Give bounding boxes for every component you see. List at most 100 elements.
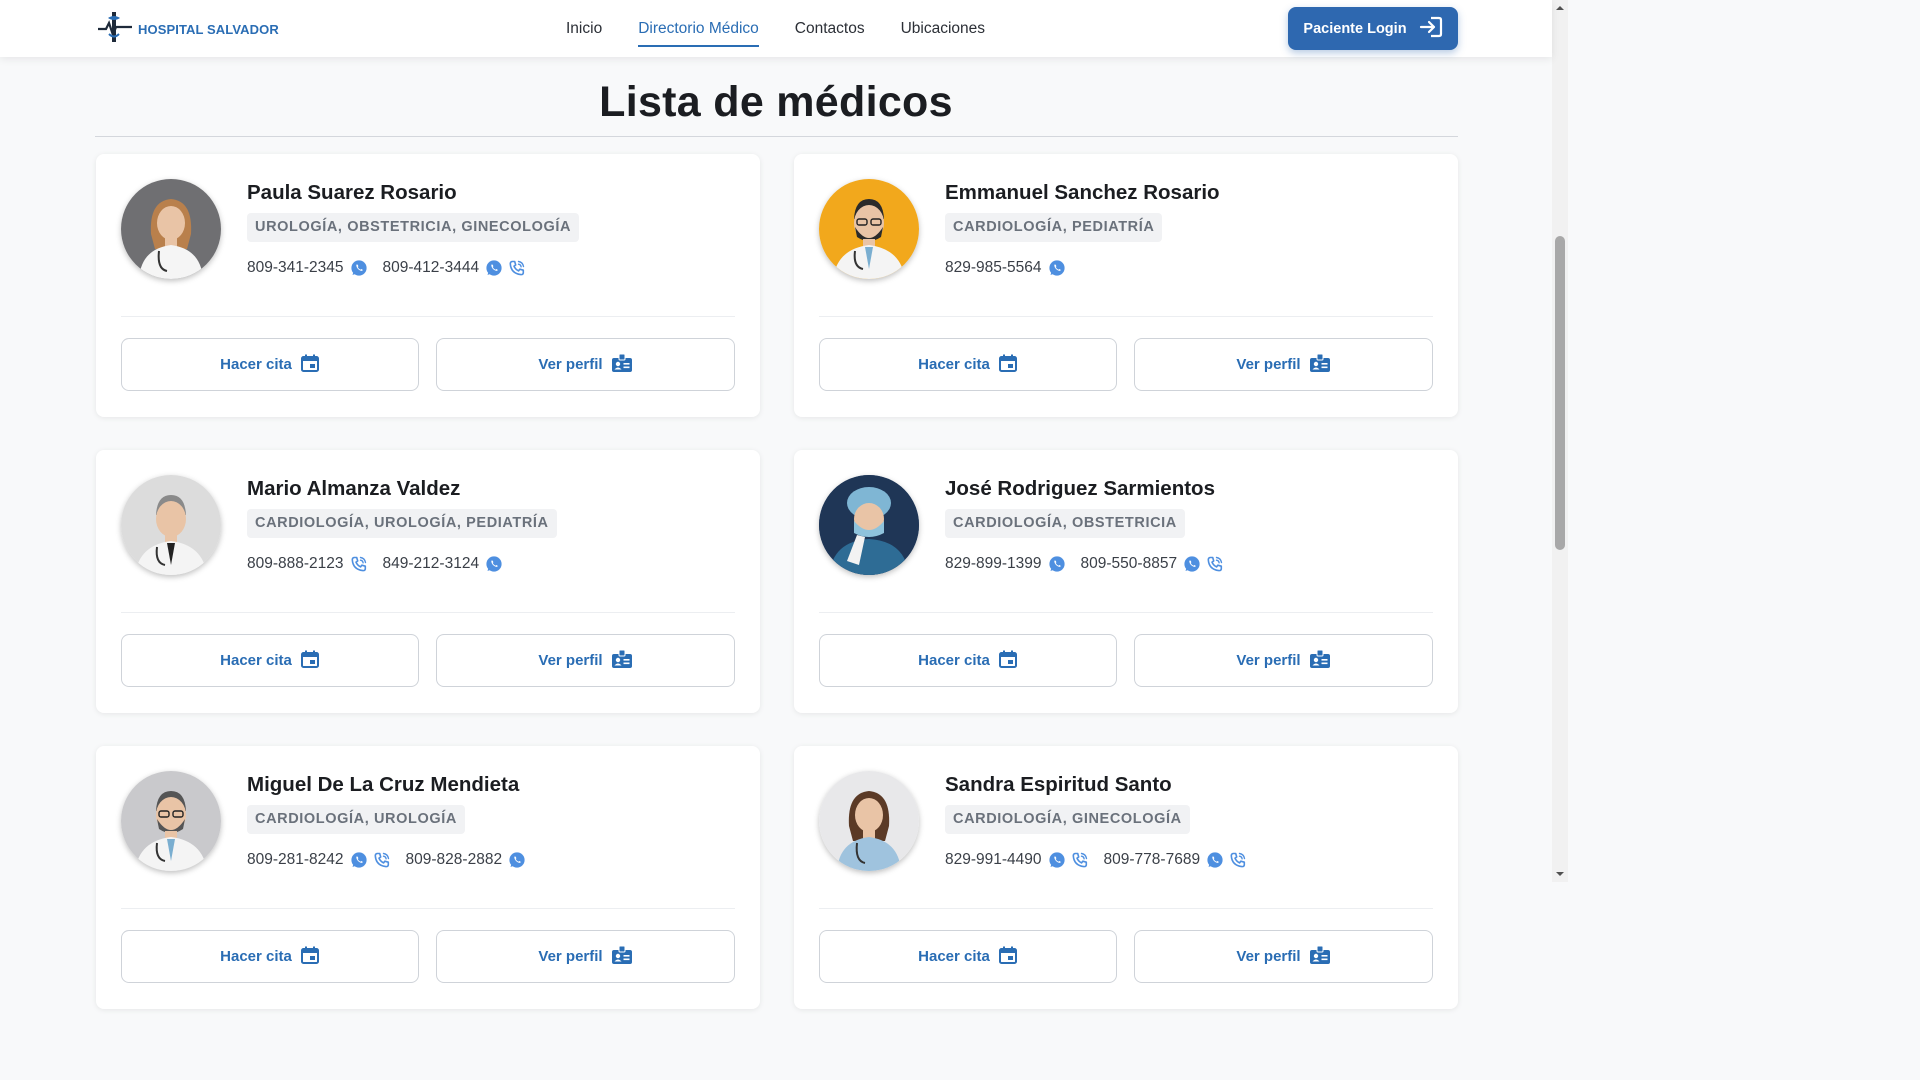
calendar-icon [998,945,1018,969]
whatsapp-icon[interactable] [1183,555,1201,573]
phone-call-icon[interactable] [1229,851,1247,869]
card-divider [819,316,1433,317]
id-badge-icon [611,353,633,377]
doctor-card: Mario Almanza Valdez CARDIOLOGÍA, UROLOG… [96,450,760,713]
ver-perfil-button[interactable]: Ver perfil [436,338,735,391]
ver-perfil-button[interactable]: Ver perfil [1134,930,1433,983]
phone-call-icon[interactable] [350,555,368,573]
doctor-card: Sandra Espiritud Santo CARDIOLOGÍA, GINE… [794,746,1458,1009]
title-divider [95,136,1458,137]
phone-number[interactable]: 809-778-7689 [1104,851,1201,869]
phone-call-icon[interactable] [508,259,526,277]
specialty-badge: CARDIOLOGÍA, GINECOLOGÍA [945,805,1190,834]
phone-entry: 809-412-3444 [383,259,532,277]
nav-directorio-medico[interactable]: Directorio Médico [638,10,759,48]
phone-entry: 809-778-7689 [1104,851,1253,869]
specialty-badge: UROLOGÍA, OBSTETRICIA, GINECOLOGÍA [247,213,580,242]
phone-entry: 829-991-4490 [945,851,1094,869]
card-divider [819,908,1433,909]
phone-number[interactable]: 809-341-2345 [247,259,344,277]
card-divider [121,908,735,909]
hacer-cita-label: Hacer cita [918,948,990,965]
whatsapp-icon[interactable] [350,259,368,277]
doctor-avatar [819,179,919,279]
whatsapp-icon[interactable] [1048,851,1066,869]
phone-list: 809-888-2123 849-212-3124 [247,555,518,573]
phone-entry: 809-341-2345 [247,259,373,277]
hacer-cita-button[interactable]: Hacer cita [819,338,1117,391]
page-title: Lista de médicos [599,78,953,126]
hacer-cita-button[interactable]: Hacer cita [121,634,419,687]
phone-call-icon[interactable] [1071,851,1089,869]
doctor-name: Mario Almanza Valdez [247,477,461,500]
phone-number[interactable]: 809-888-2123 [247,555,344,573]
phone-number[interactable]: 809-281-8242 [247,851,344,869]
scroll-up-icon[interactable] [1555,3,1565,13]
phone-number[interactable]: 849-212-3124 [383,555,480,573]
calendar-icon [998,353,1018,377]
login-button-label: Paciente Login [1303,20,1407,37]
hacer-cita-label: Hacer cita [220,356,292,373]
brand-logo[interactable]: HOSPITAL SALVADOR [96,10,279,49]
nav-contactos[interactable]: Contactos [795,10,865,48]
phone-list: 829-985-5564 [945,259,1081,277]
specialty-badge: CARDIOLOGÍA, UROLOGÍA [247,805,465,834]
phone-list: 829-899-1399 809-550-8857 [945,555,1239,573]
phone-entry: 809-888-2123 [247,555,373,573]
ver-perfil-button[interactable]: Ver perfil [436,930,735,983]
calendar-icon [300,649,320,673]
whatsapp-icon[interactable] [1048,259,1066,277]
hospital-logo-icon [96,10,134,49]
doctor-card: Miguel De La Cruz Mendieta CARDIOLOGÍA, … [96,746,760,1009]
phone-call-icon[interactable] [373,851,391,869]
hacer-cita-button[interactable]: Hacer cita [121,930,419,983]
whatsapp-icon[interactable] [485,555,503,573]
phone-number[interactable]: 829-991-4490 [945,851,1042,869]
doctor-name: Paula Suarez Rosario [247,181,457,204]
paciente-login-button[interactable]: Paciente Login [1288,7,1458,50]
phone-call-icon[interactable] [1206,555,1224,573]
ver-perfil-button[interactable]: Ver perfil [1134,634,1433,687]
ver-perfil-button[interactable]: Ver perfil [436,634,735,687]
ver-perfil-label: Ver perfil [1236,652,1301,669]
doctor-name: Miguel De La Cruz Mendieta [247,773,520,796]
whatsapp-icon[interactable] [508,851,526,869]
brand-name: HOSPITAL SALVADOR [138,22,279,37]
calendar-icon [300,945,320,969]
hacer-cita-label: Hacer cita [918,356,990,373]
hacer-cita-button[interactable]: Hacer cita [819,634,1117,687]
phone-list: 829-991-4490 809-778-7689 [945,851,1262,869]
phone-entry: 849-212-3124 [383,555,509,573]
top-navbar: HOSPITAL SALVADOR Inicio Directorio Médi… [0,0,1552,57]
specialty-badge: CARDIOLOGÍA, OBSTETRICIA [945,509,1185,538]
phone-entry: 809-281-8242 [247,851,396,869]
hacer-cita-label: Hacer cita [220,652,292,669]
ver-perfil-label: Ver perfil [538,948,603,965]
whatsapp-icon[interactable] [350,851,368,869]
phone-number[interactable]: 809-828-2882 [406,851,503,869]
doctor-name: Emmanuel Sanchez Rosario [945,181,1220,204]
whatsapp-icon[interactable] [1048,555,1066,573]
calendar-icon [300,353,320,377]
specialty-badge: CARDIOLOGÍA, PEDIATRÍA [945,213,1163,242]
card-divider [121,612,735,613]
id-badge-icon [611,945,633,969]
doctor-avatar [819,771,919,871]
phone-number[interactable]: 809-550-8857 [1081,555,1178,573]
hacer-cita-button[interactable]: Hacer cita [819,930,1117,983]
ver-perfil-label: Ver perfil [538,652,603,669]
ver-perfil-button[interactable]: Ver perfil [1134,338,1433,391]
phone-number[interactable]: 809-412-3444 [383,259,480,277]
phone-number[interactable]: 829-985-5564 [945,259,1042,277]
main-nav: Inicio Directorio Médico Contactos Ubica… [548,0,1003,57]
whatsapp-icon[interactable] [485,259,503,277]
hacer-cita-button[interactable]: Hacer cita [121,338,419,391]
nav-ubicaciones[interactable]: Ubicaciones [901,10,985,48]
phone-number[interactable]: 829-899-1399 [945,555,1042,573]
scrollbar-thumb[interactable] [1555,236,1565,550]
scroll-down-icon[interactable] [1555,869,1565,879]
doctor-avatar [121,771,221,871]
doctor-avatar [121,179,221,279]
nav-inicio[interactable]: Inicio [566,10,602,48]
whatsapp-icon[interactable] [1206,851,1224,869]
